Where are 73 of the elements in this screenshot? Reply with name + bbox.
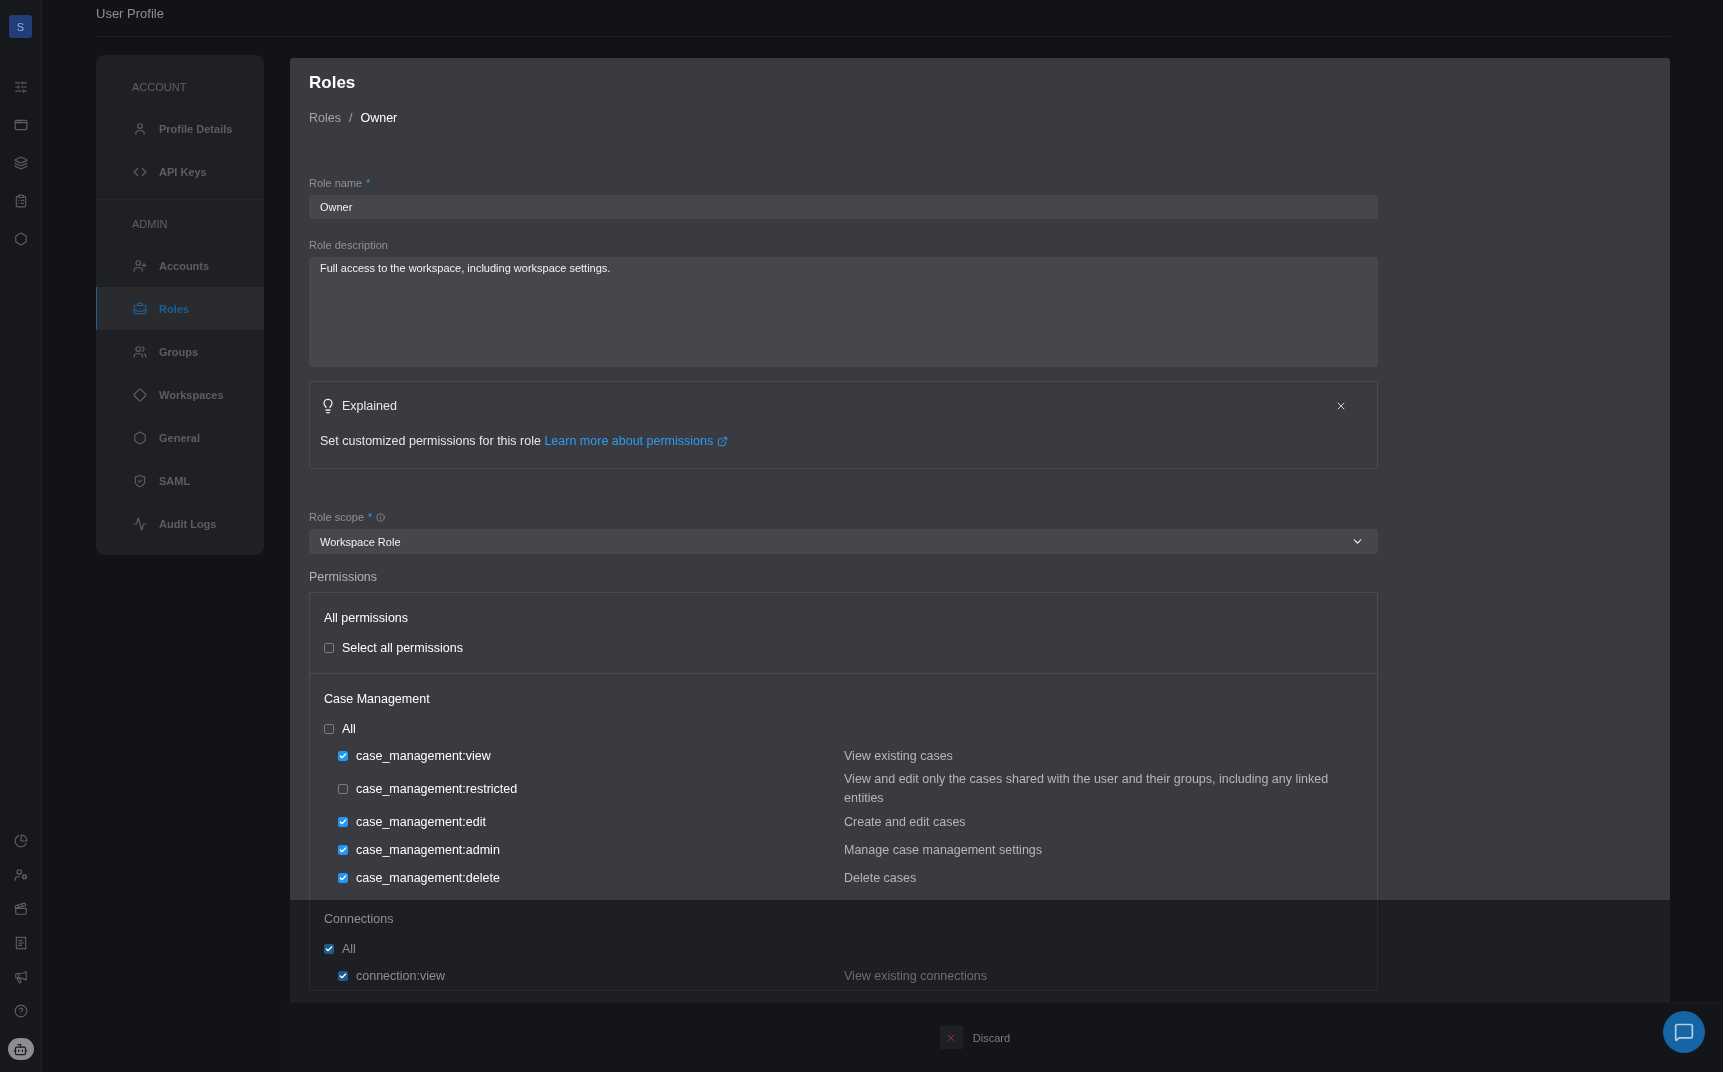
breadcrumb-item[interactable]: Owner: [360, 111, 398, 125]
field-label: Role description: [309, 239, 388, 251]
permission-description: View existing cases: [844, 747, 954, 765]
breadcrumb-item[interactable]: Roles: [309, 111, 341, 125]
megaphone-icon[interactable]: [13, 970, 28, 984]
permission-checkbox-label[interactable]: case_management:admin: [338, 837, 844, 863]
role-scope-select[interactable]: Workspace Role: [309, 529, 1378, 554]
permissions-link[interactable]: Learn more about permissions: [544, 434, 729, 448]
permission-description: Manage case management settings: [844, 841, 1044, 859]
permission-checkbox-label[interactable]: case_management:edit: [338, 809, 844, 835]
user-gear-icon[interactable]: [13, 868, 28, 882]
permission-description: Create and edit cases: [844, 813, 967, 831]
checkbox[interactable]: [324, 643, 334, 653]
lightbulb-icon: [320, 398, 336, 414]
hexagon-icon: [133, 430, 147, 445]
checkbox[interactable]: [338, 751, 348, 761]
receipt-icon[interactable]: [13, 936, 28, 950]
person-plus-icon: [133, 258, 147, 273]
diamond-icon: [133, 387, 147, 402]
required-mark: *: [366, 177, 371, 189]
select-all-checkbox-label[interactable]: Select all permissions: [324, 635, 1363, 661]
info-icon[interactable]: [375, 512, 385, 522]
external-link-icon: [717, 435, 729, 447]
group-title: All permissions: [324, 611, 410, 625]
close-icon: [1335, 400, 1347, 412]
checkbox[interactable]: [324, 944, 334, 954]
sidebar-heading: ADMIN: [131, 217, 169, 232]
discard-button[interactable]: Discard: [933, 1025, 1017, 1050]
permission-checkbox-label[interactable]: case_management:restricted: [338, 776, 844, 802]
panel-title: Explained: [342, 399, 397, 413]
checkbox[interactable]: [338, 784, 348, 794]
media-icon[interactable]: [13, 902, 28, 916]
all-checkbox-label[interactable]: All: [324, 716, 1363, 742]
explained-text: Set customized permissions for this role Learn more about permissions: [320, 434, 1367, 448]
checkbox[interactable]: [338, 873, 348, 883]
permission-description: View existing connections: [844, 967, 988, 985]
permission-checkbox-label[interactable]: case_management:view: [338, 743, 844, 769]
page-title: Roles: [309, 73, 357, 93]
help-icon[interactable]: [13, 1004, 28, 1018]
field-label: Role scope: [309, 511, 365, 523]
workspace-avatar[interactable]: S: [9, 15, 32, 38]
people-icon: [133, 344, 147, 359]
checkbox[interactable]: [338, 845, 348, 855]
sidebar-heading: ACCOUNT: [131, 80, 188, 95]
chat-icon: [1674, 1022, 1694, 1042]
hexagon-icon[interactable]: [13, 232, 28, 246]
role-description-field[interactable]: Full access to the workspace, including workspace settings.: [309, 257, 1378, 367]
pie-chart-icon[interactable]: [13, 834, 28, 848]
checkbox[interactable]: [338, 817, 348, 827]
clipboard-icon[interactable]: [13, 194, 28, 208]
checkbox[interactable]: [338, 971, 348, 981]
sliders-icon[interactable]: [13, 80, 28, 94]
section-label: Permissions: [309, 570, 379, 584]
shield-icon: [133, 473, 147, 488]
required-mark: *: [368, 511, 372, 523]
permission-checkbox-label[interactable]: case_management:delete: [338, 865, 844, 891]
permission-description: Delete cases: [844, 869, 918, 887]
breadcrumb-separator: /: [348, 111, 353, 125]
group-title: Case Management: [324, 692, 431, 706]
checkbox[interactable]: [324, 724, 334, 734]
group-title: Connections: [324, 912, 395, 926]
layers-icon[interactable]: [13, 156, 28, 170]
permission-description: View and edit only the cases shared with the user and their groups, including any linked entities: [844, 771, 1330, 807]
page-header-title: User Profile: [96, 5, 164, 21]
field-label: Role name: [309, 177, 363, 189]
activity-icon: [133, 516, 147, 531]
bot-icon[interactable]: [7, 1038, 34, 1060]
all-checkbox-label[interactable]: All: [324, 936, 1363, 962]
person-icon: [133, 121, 147, 136]
window-icon[interactable]: [13, 118, 28, 132]
role-name-field[interactable]: Owner: [309, 195, 1378, 219]
permission-checkbox-label[interactable]: connection:view: [338, 963, 844, 989]
briefcase-icon: [133, 301, 147, 316]
